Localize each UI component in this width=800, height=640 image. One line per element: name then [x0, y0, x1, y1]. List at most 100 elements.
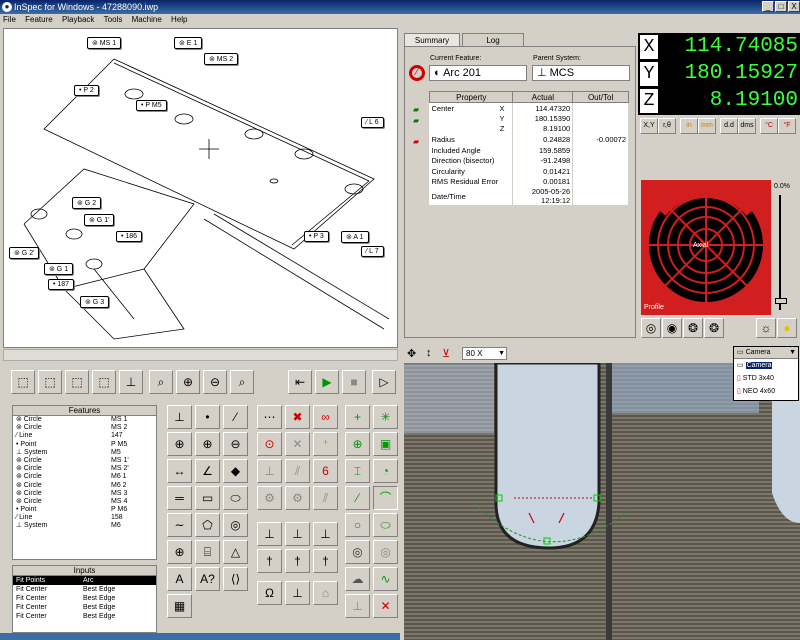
- arc-tool-icon[interactable]: ⊕: [195, 432, 220, 456]
- table-row[interactable]: RMS Residual Error 0.00181: [429, 176, 629, 188]
- menu-machine[interactable]: Machine: [132, 15, 162, 24]
- vertical-move-icon[interactable]: ↕: [426, 347, 432, 359]
- table-row[interactable]: Y 180.15390: [429, 113, 629, 124]
- list-item[interactable]: ⊚ Circle M6 2: [13, 482, 156, 490]
- zoom-window-icon[interactable]: ⌕: [149, 370, 173, 394]
- top-view-icon[interactable]: ⬚: [92, 370, 116, 394]
- list-item[interactable]: Fit Center Best Edge: [13, 603, 156, 612]
- dashed-tool-icon[interactable]: ⋯: [257, 405, 282, 429]
- crosshair-icon[interactable]: ⊻: [442, 347, 450, 360]
- wave-tool-icon[interactable]: ∿: [373, 567, 398, 591]
- list-item[interactable]: ⊚ Circle MS 1: [13, 416, 156, 424]
- front-view-icon[interactable]: ⬚: [38, 370, 62, 394]
- tag-g1[interactable]: ⊚ G 1: [44, 263, 74, 275]
- table-row[interactable]: Included Angle 159.5859: [429, 144, 629, 156]
- close-button[interactable]: X: [788, 1, 800, 12]
- align-3-tool-icon[interactable]: ⊥: [313, 522, 338, 546]
- edge-arc-tool-icon[interactable]: ⌒: [373, 486, 398, 510]
- camera-dropdown[interactable]: ▭ Camera ▼ ▭ Camera ▯ STD 3x40 ▯ NEO 4x6…: [733, 346, 799, 401]
- cad-view[interactable]: ⊚ MS 1 ⊚ E 1 ⊚ MS 2 • P 2 • P M5 ⁄ L 6 ⊚…: [3, 28, 398, 348]
- target-tool-icon[interactable]: ⊙: [257, 432, 282, 456]
- tag-ms1[interactable]: ⊚ MS 1: [87, 37, 122, 49]
- cylinder-tool-icon[interactable]: ⌸: [195, 540, 220, 564]
- bracket-tool-icon[interactable]: ⌶: [345, 459, 370, 483]
- table-row[interactable]: Direction (bisector) -91.2498: [429, 155, 629, 167]
- list-item[interactable]: ⊚ Circle MS 2': [13, 465, 156, 473]
- line-tool-icon[interactable]: ⁄: [223, 405, 248, 429]
- calculator-tool-icon[interactable]: ▦: [167, 594, 192, 618]
- system-tool-icon[interactable]: ⊥: [167, 405, 192, 429]
- dms-button[interactable]: dms: [738, 118, 756, 134]
- table-row[interactable]: Radius 0.24828 -0.00072: [429, 134, 629, 145]
- list-item[interactable]: ⊚ Circle MS 1': [13, 457, 156, 465]
- list-item[interactable]: ⊥ System M6: [13, 522, 156, 530]
- plane-circle-tool-icon[interactable]: ⊕: [167, 432, 192, 456]
- tag-l7[interactable]: ⁄ L 7: [361, 246, 384, 257]
- ring-light-icon[interactable]: ◉: [662, 318, 682, 338]
- tag-p2[interactable]: • P 2: [74, 85, 99, 96]
- burst-tool-icon[interactable]: ✳: [373, 405, 398, 429]
- trans-y-tool-icon[interactable]: †: [285, 549, 310, 573]
- zoom-out-icon[interactable]: ⊖: [203, 370, 227, 394]
- play-icon[interactable]: ▶: [315, 370, 339, 394]
- xy-tool-icon[interactable]: ✕: [373, 594, 398, 618]
- cross-tool-icon[interactable]: ✕: [285, 432, 310, 456]
- tag-g2[interactable]: ⊚ G 2: [72, 197, 102, 209]
- focus-tool-icon[interactable]: ◎: [345, 540, 370, 564]
- camera-option-std[interactable]: ▯ STD 3x40: [734, 372, 798, 385]
- table-row[interactable]: Circularity 0.01421: [429, 166, 629, 177]
- tag-a1[interactable]: ⊚ A 1: [341, 231, 369, 243]
- cam-point-tool-icon[interactable]: ⊕: [345, 432, 370, 456]
- menu-playback[interactable]: Playback: [62, 15, 94, 24]
- text-query-tool-icon[interactable]: A?: [195, 567, 220, 591]
- list-item[interactable]: ⊚ Circle M6 1: [13, 473, 156, 481]
- distance-tool-icon[interactable]: ↔: [167, 459, 192, 483]
- trans-x-tool-icon[interactable]: †: [257, 549, 282, 573]
- intersect-tool-icon[interactable]: ⁺: [313, 432, 338, 456]
- light-control[interactable]: Axial Profile: [641, 180, 771, 315]
- surface-tool-icon[interactable]: ☁: [345, 567, 370, 591]
- edge-circle-tool-icon[interactable]: ○: [345, 513, 370, 537]
- list-item[interactable]: ⁄ Line 147: [13, 432, 156, 440]
- menu-feature[interactable]: Feature: [25, 15, 53, 24]
- list-item[interactable]: • Point P M6: [13, 506, 156, 514]
- menu-file[interactable]: File: [3, 15, 16, 24]
- camera-select[interactable]: ▭ Camera ▼: [734, 347, 798, 359]
- delete-tool-icon[interactable]: ✖: [285, 405, 310, 429]
- fahrenheit-button[interactable]: °F: [778, 118, 796, 134]
- camera-option-camera[interactable]: ▭ Camera: [734, 359, 798, 372]
- list-item[interactable]: Fit Center Best Edge: [13, 594, 156, 603]
- perp-tool-icon[interactable]: ⊥: [257, 459, 282, 483]
- list-item[interactable]: Fit Points Arc: [13, 576, 156, 585]
- system-view-icon[interactable]: ⊥: [119, 370, 143, 394]
- sector-light-icon[interactable]: ❂: [704, 318, 724, 338]
- table-row[interactable]: Date/Time 2005-05-26 12:19:12: [429, 187, 629, 206]
- point-tool-icon[interactable]: •: [195, 405, 220, 429]
- step-back-icon[interactable]: ⇤: [288, 370, 312, 394]
- zoom-in-icon[interactable]: ⊕: [176, 370, 200, 394]
- tag-187[interactable]: • 187: [48, 279, 75, 290]
- stop-icon[interactable]: ■: [342, 370, 366, 394]
- slash-tool-icon[interactable]: ⫽: [285, 459, 310, 483]
- tag-ms2[interactable]: ⊚ MS 2: [204, 53, 239, 65]
- zoom-fit-icon[interactable]: ⌕: [230, 370, 254, 394]
- image-tool-icon[interactable]: ▣: [373, 432, 398, 456]
- list-item[interactable]: Fit Center Best Edge: [13, 585, 156, 594]
- tab-summary[interactable]: Summary: [404, 33, 460, 47]
- rectangle-tool-icon[interactable]: ▭: [195, 486, 220, 510]
- add-point-tool-icon[interactable]: +: [345, 405, 370, 429]
- gear-tool-icon[interactable]: ⚙: [257, 486, 282, 510]
- edge-tool-icon[interactable]: ⫽: [313, 486, 338, 510]
- probe-tool-icon[interactable]: ⌂: [313, 581, 338, 605]
- list-item[interactable]: ⊥ System M5: [13, 449, 156, 457]
- list-item[interactable]: ⊚ Circle MS 2: [13, 424, 156, 432]
- tag-pm5[interactable]: • P M5: [136, 100, 167, 111]
- light-intensity-slider[interactable]: 0.0%: [771, 180, 799, 315]
- pan-icon[interactable]: ✥: [407, 347, 416, 360]
- trans-z-tool-icon[interactable]: †: [313, 549, 338, 573]
- text-tool-icon[interactable]: A: [167, 567, 192, 591]
- table-row[interactable]: Center X 114.47320: [429, 102, 629, 114]
- tag-186[interactable]: • 186: [116, 231, 143, 242]
- tag-g2p[interactable]: ⊚ G 2': [9, 247, 40, 259]
- omega-tool-icon[interactable]: Ω: [257, 581, 282, 605]
